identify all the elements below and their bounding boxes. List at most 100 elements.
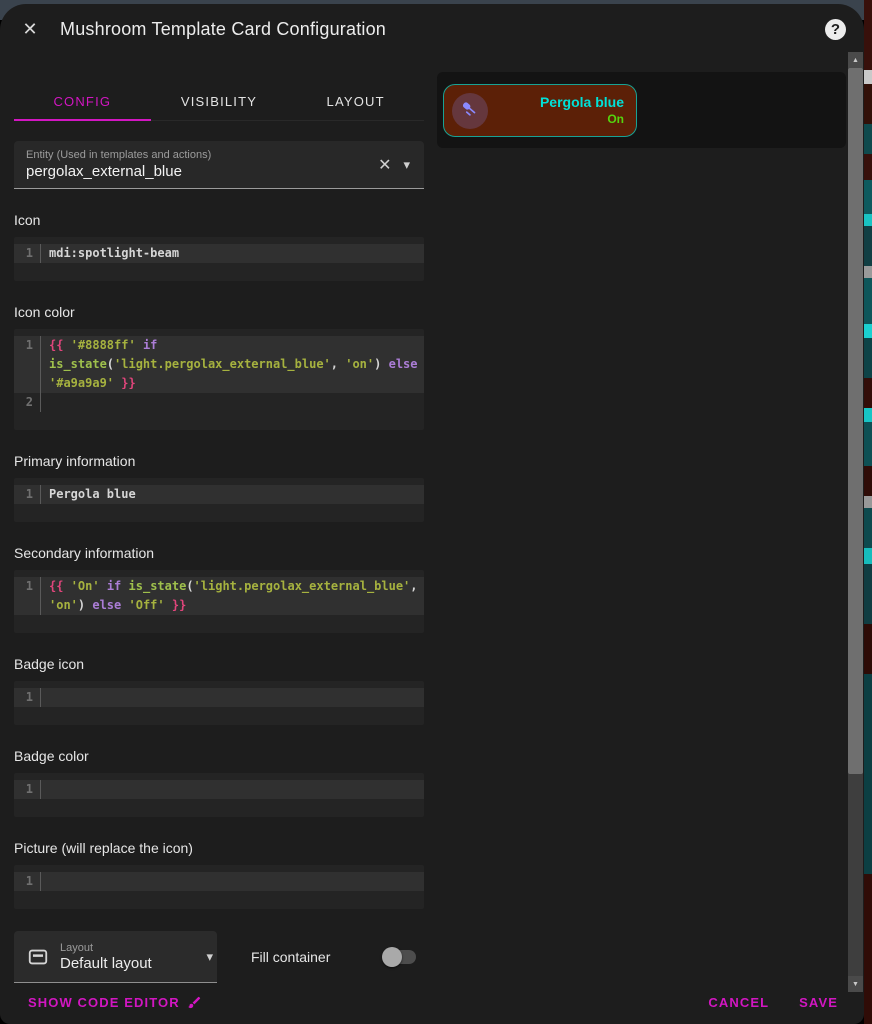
section-label: Primary information (14, 453, 424, 469)
cancel-button[interactable]: CANCEL (708, 995, 769, 1010)
section-badge-color: Badge color 1 (14, 748, 424, 817)
scrollbar[interactable]: ▲ ▼ (848, 52, 863, 992)
primary-information-code-editor[interactable]: 1Pergola blue (14, 478, 424, 522)
code-content (40, 780, 424, 799)
line-number (14, 596, 40, 615)
line-number: 1 (14, 336, 40, 355)
section-label: Icon (14, 212, 424, 228)
line-number: 1 (14, 872, 40, 891)
line-number: 1 (14, 485, 40, 504)
fill-container-label: Fill container (251, 949, 330, 965)
template-editors: Icon1mdi:spotlight-beamIcon color1{{ '#8… (14, 212, 424, 909)
code-content: mdi:spotlight-beam (40, 244, 424, 263)
section-label: Icon color (14, 304, 424, 320)
line-number: 2 (14, 393, 40, 412)
code-line: 'on') else 'Off' }} (14, 596, 424, 615)
section-label: Badge color (14, 748, 424, 764)
chevron-down-icon[interactable]: ▾ (399, 157, 414, 173)
card-primary-text: Pergola blue (488, 94, 624, 112)
code-content (40, 688, 424, 707)
page: ✕ Mushroom Template Card Configuration ?… (0, 0, 872, 1024)
section-label: Secondary information (14, 545, 424, 561)
tab-visibility[interactable]: VISIBILITY (151, 83, 288, 120)
code-line: '#a9a9a9' }} (14, 374, 424, 393)
footer-actions: CANCEL SAVE (708, 995, 838, 1010)
card-configuration-dialog: ✕ Mushroom Template Card Configuration ?… (0, 4, 864, 1024)
tab-config[interactable]: CONFIG (14, 83, 151, 120)
spotlight-beam-icon (460, 101, 480, 121)
section-badge-icon: Badge icon 1 (14, 656, 424, 725)
secondary-information-code-editor[interactable]: 1{{ 'On' if is_state('light.pergolax_ext… (14, 570, 424, 633)
show-code-editor-button[interactable]: SHOW CODE EDITOR (28, 995, 202, 1010)
badge-color-code-editor[interactable]: 1 (14, 773, 424, 817)
icon-code-editor[interactable]: 1mdi:spotlight-beam (14, 237, 424, 281)
line-number: 1 (14, 780, 40, 799)
toggle-knob (382, 947, 402, 967)
section-picture-will-replace-the-icon: Picture (will replace the icon) 1 (14, 840, 424, 909)
card-secondary-text: On (488, 112, 624, 127)
chevron-down-icon: ▾ (202, 949, 217, 965)
brush-icon (187, 995, 202, 1010)
tab-bar: CONFIGVISIBILITYLAYOUT (14, 83, 424, 121)
layout-row: Layout Default layout ▾ Fill container (14, 931, 424, 983)
line-number: 1 (14, 244, 40, 263)
layout-select-label: Layout (60, 942, 202, 954)
section-primary-information: Primary information 1Pergola blue (14, 453, 424, 522)
entity-label: Entity (Used in templates and actions) (26, 149, 370, 161)
code-line: 1{{ 'On' if is_state('light.pergolax_ext… (14, 577, 424, 596)
layout-select-texts: Layout Default layout (60, 942, 202, 972)
code-line: 1 (14, 688, 424, 707)
line-number (14, 355, 40, 374)
fill-container-toggle[interactable] (382, 947, 418, 967)
icon-color-code-editor[interactable]: 1{{ '#8888ff' ifis_state('light.pergolax… (14, 329, 424, 430)
save-button[interactable]: SAVE (799, 995, 838, 1010)
entity-value: pergolax_external_blue (26, 163, 370, 180)
code-content (40, 872, 424, 891)
code-line: 1mdi:spotlight-beam (14, 244, 424, 263)
layout-icon (27, 946, 49, 968)
code-content: is_state('light.pergolax_external_blue',… (40, 355, 424, 374)
close-icon[interactable]: ✕ (18, 17, 42, 41)
clear-icon[interactable]: ✕ (370, 155, 399, 175)
entity-texts: Entity (Used in templates and actions) p… (26, 149, 370, 180)
section-secondary-information: Secondary information 1{{ 'On' if is_stat… (14, 545, 424, 633)
tab-layout[interactable]: LAYOUT (287, 83, 424, 120)
code-line: 1{{ '#8888ff' if (14, 336, 424, 355)
background-page-edge (864, 0, 872, 1024)
code-line: 1 (14, 780, 424, 799)
code-line: 2 (14, 393, 424, 412)
code-line: is_state('light.pergolax_external_blue',… (14, 355, 424, 374)
dialog-title: Mushroom Template Card Configuration (60, 19, 386, 40)
card-icon-circle (452, 93, 488, 129)
code-content (40, 393, 424, 412)
scrollbar-thumb[interactable] (848, 68, 863, 774)
section-label: Badge icon (14, 656, 424, 672)
mushroom-card-preview[interactable]: Pergola blue On (443, 84, 637, 137)
line-number: 1 (14, 577, 40, 596)
entity-picker[interactable]: Entity (Used in templates and actions) p… (14, 141, 424, 189)
code-content: {{ '#8888ff' if (40, 336, 424, 355)
section-icon: Icon 1mdi:spotlight-beam (14, 212, 424, 281)
code-content: '#a9a9a9' }} (40, 374, 424, 393)
card-preview-panel: Pergola blue On (437, 72, 846, 148)
code-line: 1Pergola blue (14, 485, 424, 504)
dialog-header: ✕ Mushroom Template Card Configuration ? (0, 4, 864, 54)
scroll-up-icon[interactable]: ▲ (848, 52, 863, 68)
line-number: 1 (14, 688, 40, 707)
section-label: Picture (will replace the icon) (14, 840, 424, 856)
code-content: {{ 'On' if is_state('light.pergolax_exte… (40, 577, 424, 596)
code-content: 'on') else 'Off' }} (40, 596, 424, 615)
config-form: CONFIGVISIBILITYLAYOUT Entity (Used in t… (14, 83, 424, 983)
help-icon[interactable]: ? (825, 19, 846, 40)
show-code-editor-label: SHOW CODE EDITOR (28, 995, 180, 1010)
code-line: 1 (14, 872, 424, 891)
code-content: Pergola blue (40, 485, 424, 504)
badge-icon-code-editor[interactable]: 1 (14, 681, 424, 725)
layout-select[interactable]: Layout Default layout ▾ (14, 931, 217, 983)
dialog-footer: SHOW CODE EDITOR CANCEL SAVE (0, 988, 864, 1024)
section-icon-color: Icon color 1{{ '#8888ff' ifis_state('ligh… (14, 304, 424, 430)
card-texts: Pergola blue On (488, 94, 624, 127)
line-number (14, 374, 40, 393)
picture-will-replace-the-icon-code-editor[interactable]: 1 (14, 865, 424, 909)
scroll-down-icon[interactable]: ▼ (848, 976, 863, 992)
